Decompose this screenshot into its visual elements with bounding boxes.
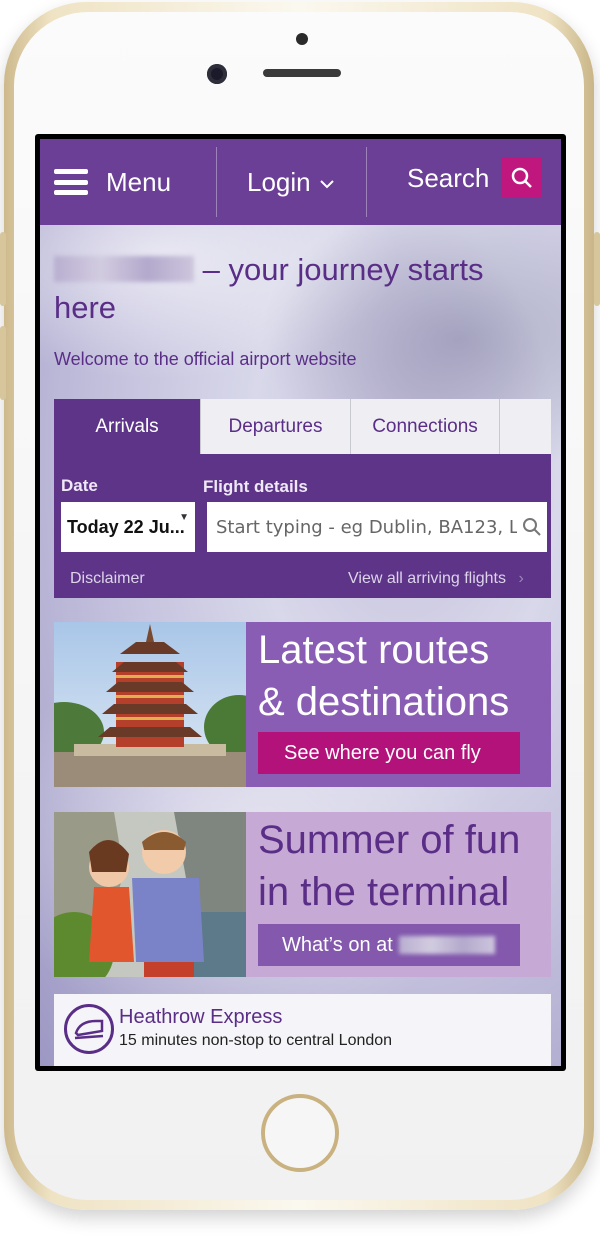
- hero-subtitle: Welcome to the official airport website: [54, 349, 357, 369]
- view-all-arrivals-link[interactable]: View all arriving flights ›: [348, 570, 524, 588]
- disclaimer-link[interactable]: Disclaimer: [70, 570, 145, 588]
- see-where-button[interactable]: See where you can fly: [258, 732, 520, 774]
- promo-title-line: & destinations: [258, 680, 510, 724]
- mute-switch: [0, 232, 6, 306]
- whats-on-button[interactable]: What’s on at: [258, 924, 520, 966]
- promo-routes[interactable]: Latest routes & destinations See where y…: [54, 622, 551, 787]
- redacted-airport-name: [54, 256, 194, 282]
- train-icon: [64, 1004, 114, 1054]
- tab-connections[interactable]: Connections: [351, 399, 500, 454]
- promo-title: Summer of fun in the terminal: [258, 814, 520, 918]
- promo-panel: Summer of fun in the terminal What’s on …: [246, 812, 551, 977]
- whats-on-label: What’s on at: [282, 933, 393, 956]
- pagoda-image: [54, 622, 246, 787]
- earpiece-speaker: [263, 69, 341, 77]
- promo-title-line: in the terminal: [258, 870, 510, 914]
- web-page: Menu Login Search – your journey starts …: [40, 139, 561, 1066]
- home-button[interactable]: [261, 1094, 339, 1172]
- flight-search-widget: Arrivals Departures Connections Date Fli…: [54, 399, 551, 598]
- promo-title: Latest routes & destinations: [258, 624, 509, 728]
- menu-button[interactable]: Menu: [54, 139, 171, 225]
- express-title: Heathrow Express: [119, 1006, 283, 1028]
- sensor-dot: [296, 33, 308, 45]
- menu-label: Menu: [106, 166, 172, 197]
- flight-search-input[interactable]: [207, 502, 547, 552]
- front-camera: [207, 64, 227, 84]
- hero-title: – your journey starts here: [54, 251, 534, 327]
- hamburger-icon: [54, 169, 88, 195]
- power-button: [594, 232, 600, 306]
- express-subtitle: 15 minutes non-stop to central London: [119, 1032, 393, 1049]
- login-label: Login: [247, 166, 311, 197]
- chevron-down-icon: [319, 180, 334, 189]
- promo-title-line: Summer of fun: [258, 818, 521, 862]
- children-image: [54, 812, 246, 977]
- redacted-airport-name: [398, 936, 495, 954]
- tab-arrivals[interactable]: Arrivals: [54, 399, 201, 454]
- search-icon: [523, 518, 541, 536]
- tab-departures[interactable]: Departures: [201, 399, 351, 454]
- search-label: Search: [407, 162, 490, 193]
- tab-more[interactable]: [500, 399, 551, 454]
- date-label: Date: [61, 476, 98, 495]
- search-label-button[interactable]: Search: [407, 139, 489, 221]
- phone-screen: Menu Login Search – your journey starts …: [35, 134, 566, 1071]
- view-all-label: View all arriving flights: [348, 570, 506, 587]
- heathrow-express-banner[interactable]: Heathrow Express 15 minutes non-stop to …: [54, 994, 551, 1066]
- volume-button: [0, 326, 6, 400]
- login-button[interactable]: Login: [247, 139, 335, 225]
- flight-tabs: Arrivals Departures Connections: [54, 399, 551, 454]
- promo-summer[interactable]: Summer of fun in the terminal What’s on …: [54, 812, 551, 977]
- flight-details-label: Flight details: [203, 477, 308, 496]
- search-icon: [511, 167, 532, 188]
- promo-panel: Latest routes & destinations See where y…: [246, 622, 551, 787]
- date-select[interactable]: Today 22 Ju... ▼: [61, 502, 195, 552]
- chevron-right-icon: ›: [518, 570, 524, 587]
- top-nav: Menu Login Search: [40, 139, 561, 225]
- promo-title-line: Latest routes: [258, 628, 490, 672]
- search-button[interactable]: [501, 157, 542, 198]
- nav-divider: [216, 147, 217, 217]
- date-value: Today 22 Ju...: [67, 516, 185, 537]
- dropdown-caret-icon: ▼: [179, 512, 189, 523]
- nav-divider: [366, 147, 367, 217]
